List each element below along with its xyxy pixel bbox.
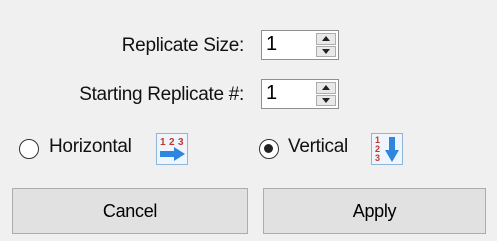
replicate-dialog: Replicate Size: 1 Starting Replicate #: …	[0, 0, 497, 241]
starting-replicate-spinner[interactable]: 1	[261, 79, 339, 109]
vertical-order-icon: 1 2 3	[371, 133, 403, 165]
arrow-up-icon	[322, 36, 330, 42]
horizontal-order-icon: 1 2 3	[156, 133, 188, 165]
vertical-label[interactable]: Vertical	[288, 136, 348, 158]
horizontal-radio[interactable]	[19, 139, 39, 159]
vertical-radio[interactable]	[259, 139, 279, 159]
starting-replicate-increment-button[interactable]	[316, 82, 336, 94]
cancel-button[interactable]: Cancel	[12, 188, 248, 234]
starting-replicate-stepper	[316, 82, 336, 106]
replicate-size-label: Replicate Size:	[121, 35, 245, 56]
starting-replicate-value[interactable]: 1	[266, 82, 277, 105]
radio-selected-dot	[264, 144, 273, 153]
replicate-size-stepper	[316, 33, 336, 57]
arrow-up-icon	[322, 85, 330, 91]
horizontal-label[interactable]: Horizontal	[49, 136, 132, 158]
vertical-icon-digit: 3	[375, 153, 380, 163]
replicate-size-spinner[interactable]: 1	[261, 30, 339, 60]
horizontal-icon-digit: 2	[169, 137, 175, 148]
arrow-down-icon	[322, 48, 330, 54]
replicate-size-decrement-button[interactable]	[316, 45, 336, 57]
replicate-size-value[interactable]: 1	[266, 33, 277, 56]
arrow-down-icon	[322, 97, 330, 103]
apply-button[interactable]: Apply	[263, 188, 486, 234]
replicate-size-increment-button[interactable]	[316, 33, 336, 45]
horizontal-icon-digit: 3	[178, 137, 184, 148]
starting-replicate-decrement-button[interactable]	[316, 94, 336, 106]
horizontal-icon-digit: 1	[160, 137, 166, 148]
starting-replicate-label: Starting Replicate #:	[79, 84, 244, 105]
